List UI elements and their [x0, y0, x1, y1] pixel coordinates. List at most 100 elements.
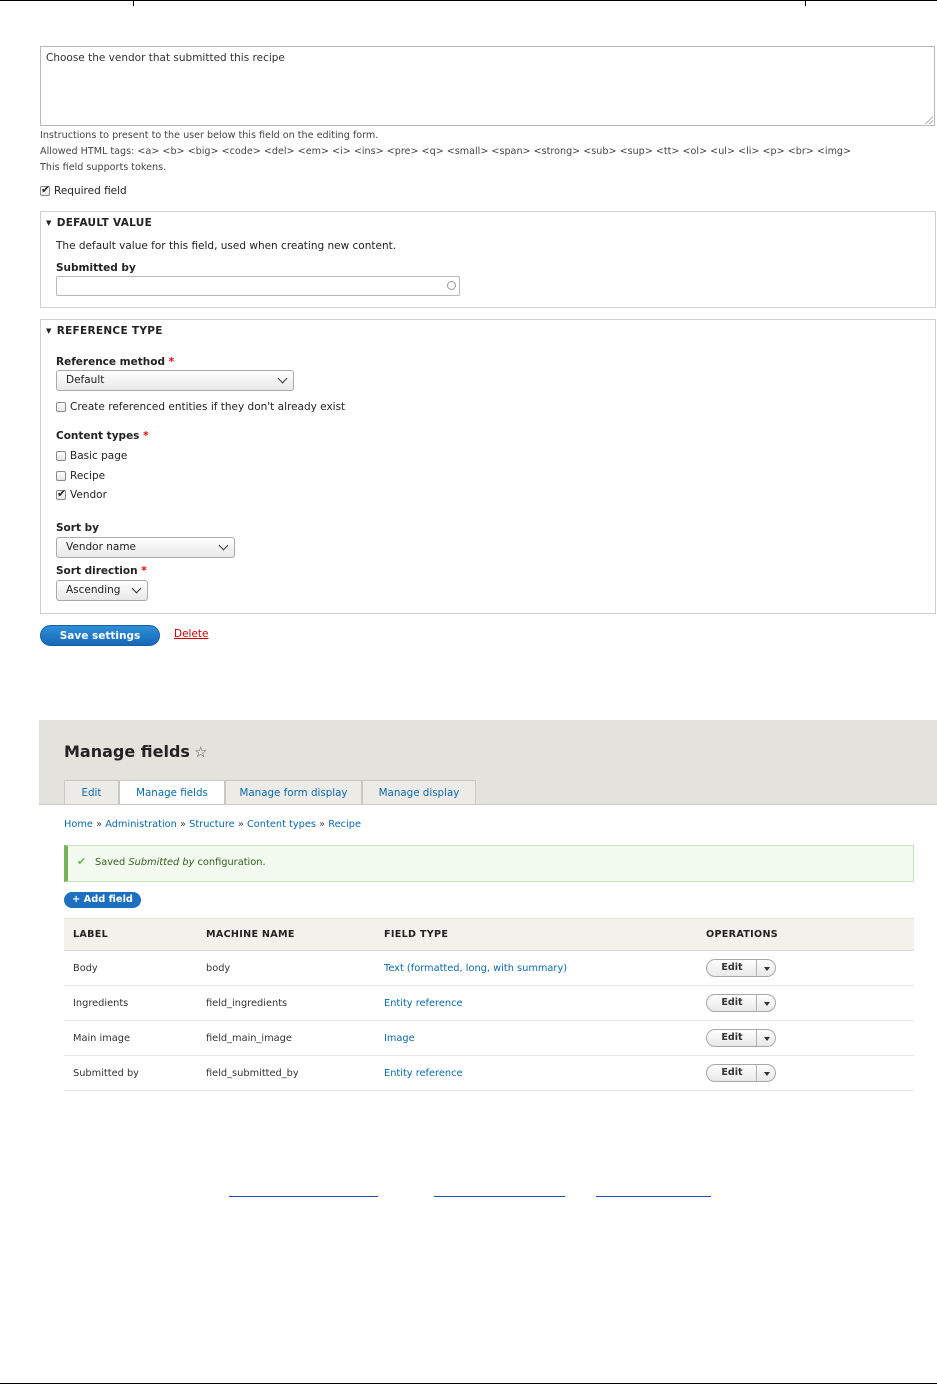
reference-type-legend-text: REFERENCE TYPE — [56, 325, 163, 337]
breadcrumb: Home » Administration » Structure » Cont… — [64, 819, 361, 830]
required-field-label: Required field — [54, 185, 127, 197]
dropbutton-divider — [756, 995, 757, 1011]
field-type-link[interactable]: Entity reference — [384, 998, 463, 1009]
sort-direction-label-text: Sort direction — [56, 565, 138, 577]
chevron-down-icon — [277, 373, 288, 384]
caret-down-icon[interactable] — [764, 1037, 770, 1041]
sort-direction-label: Sort direction * — [56, 565, 147, 577]
margin-mark — [805, 0, 806, 6]
field-type-link[interactable]: Text (formatted, long, with summary) — [384, 963, 567, 974]
field-type-link[interactable]: Image — [384, 1033, 415, 1044]
table-row: Ingredients field_ingredients Entity ref… — [64, 985, 914, 1021]
breadcrumb-home[interactable]: Home — [64, 819, 93, 830]
reference-method-label: Reference method * — [56, 356, 174, 368]
column-header-label: LABEL — [64, 918, 197, 951]
operations-cell: Edit — [697, 950, 914, 986]
field-machine-name: field_main_image — [197, 1020, 375, 1056]
tab-edit[interactable]: Edit — [64, 780, 119, 804]
edit-button[interactable]: Edit — [707, 962, 757, 973]
edit-button[interactable]: Edit — [707, 997, 757, 1008]
breadcrumb-separator: » — [180, 819, 186, 830]
footer-link-underline[interactable] — [434, 1185, 565, 1197]
required-field-row[interactable]: Required field — [40, 183, 127, 197]
add-field-button[interactable]: + Add field — [64, 892, 141, 908]
table-row: Submitted by field_submitted_by Entity r… — [64, 1055, 914, 1091]
autocomplete-throbber-icon — [447, 281, 456, 290]
breadcrumb-separator: » — [96, 819, 103, 830]
footer-link-underline[interactable] — [596, 1185, 711, 1197]
content-type-checkbox[interactable] — [56, 471, 66, 481]
required-marker: * — [168, 356, 175, 368]
page-top-border — [0, 0, 937, 1]
required-field-checkbox[interactable] — [40, 183, 50, 196]
page-title-text: Manage fields — [64, 742, 190, 761]
table-header-row: LABEL MACHINE NAME FIELD TYPE OPERATIONS — [64, 918, 914, 951]
star-icon[interactable]: ☆ — [194, 743, 207, 761]
submitted-by-label: Submitted by — [56, 262, 136, 274]
tokens-text: This field supports tokens. — [40, 162, 167, 173]
content-type-option[interactable]: Basic page — [56, 450, 127, 462]
create-entities-checkbox[interactable] — [56, 402, 66, 412]
required-marker: * — [141, 565, 147, 577]
tab-manage-form-display[interactable]: Manage form display — [225, 780, 362, 804]
breadcrumb-structure[interactable]: Structure — [189, 819, 235, 830]
column-header-field-type: FIELD TYPE — [375, 918, 697, 951]
save-settings-button[interactable]: Save settings — [40, 625, 160, 646]
field-type-cell: Entity reference — [375, 985, 697, 1021]
sort-direction-select[interactable]: Ascending — [56, 580, 148, 601]
create-entities-row[interactable]: Create referenced entities if they don't… — [56, 401, 345, 413]
reference-type-legend[interactable]: ▼ REFERENCE TYPE — [46, 325, 163, 337]
content-types-label-text: Content types — [56, 430, 140, 442]
content-type-option[interactable]: Vendor — [56, 487, 107, 501]
submitted-by-autocomplete-input[interactable] — [56, 276, 460, 296]
content-type-checkbox[interactable] — [56, 487, 66, 500]
allowed-tags-text: Allowed HTML tags: <a> <b> <big> <code> … — [40, 146, 852, 157]
sort-by-label: Sort by — [56, 522, 99, 534]
edit-dropbutton[interactable]: Edit — [706, 959, 776, 977]
caret-down-icon[interactable] — [764, 1072, 770, 1076]
reference-method-value: Default — [66, 374, 105, 386]
field-type-link[interactable]: Entity reference — [384, 1068, 463, 1079]
field-machine-name: field_ingredients — [197, 985, 375, 1021]
dropbutton-divider — [756, 1030, 757, 1046]
breadcrumb-content-types[interactable]: Content types — [247, 819, 316, 830]
status-message-field: Submitted by — [128, 857, 195, 868]
default-value-description: The default value for this field, used w… — [56, 240, 397, 252]
reference-method-select[interactable]: Default — [56, 370, 294, 391]
content-type-checkbox[interactable] — [56, 451, 66, 461]
tab-manage-fields[interactable]: Manage fields — [119, 780, 225, 805]
delete-link[interactable]: Delete — [174, 628, 209, 640]
sort-by-select[interactable]: Vendor name — [56, 537, 235, 558]
edit-button[interactable]: Edit — [707, 1032, 757, 1043]
dropbutton-divider — [756, 1065, 757, 1081]
breadcrumb-administration[interactable]: Administration — [105, 819, 177, 830]
operations-cell: Edit — [697, 985, 914, 1021]
default-value-legend[interactable]: ▼ DEFAULT VALUE — [46, 217, 152, 229]
caret-down-icon[interactable] — [764, 967, 770, 971]
help-text-value: Choose the vendor that submitted this re… — [46, 52, 285, 64]
breadcrumb-separator: » — [319, 819, 326, 830]
required-marker: * — [143, 430, 149, 442]
content-type-option[interactable]: Recipe — [56, 470, 105, 482]
edit-dropbutton[interactable]: Edit — [706, 1029, 776, 1047]
edit-button[interactable]: Edit — [707, 1067, 757, 1078]
field-label: Ingredients — [64, 985, 197, 1021]
dropbutton-divider — [756, 960, 757, 976]
help-text-textarea[interactable]: Choose the vendor that submitted this re… — [40, 46, 935, 126]
operations-cell: Edit — [697, 1055, 914, 1091]
manage-fields-screenshot: Manage fields ☆ Edit Manage fields Manage… — [39, 720, 937, 1100]
tab-manage-display[interactable]: Manage display — [362, 780, 476, 804]
footer-link-underline[interactable] — [229, 1185, 378, 1197]
edit-dropbutton[interactable]: Edit — [706, 1064, 776, 1082]
field-label: Body — [64, 950, 197, 986]
resize-handle-icon[interactable] — [925, 116, 933, 124]
status-message-suffix: configuration. — [194, 857, 266, 868]
edit-dropbutton[interactable]: Edit — [706, 994, 776, 1012]
field-label: Submitted by — [64, 1055, 197, 1091]
field-machine-name: field_submitted_by — [197, 1055, 375, 1091]
breadcrumb-recipe[interactable]: Recipe — [328, 819, 361, 830]
caret-down-icon[interactable] — [764, 1002, 770, 1006]
sort-direction-value: Ascending — [66, 584, 121, 596]
collapse-triangle-icon: ▼ — [46, 327, 52, 335]
column-header-operations: OPERATIONS — [697, 918, 914, 951]
